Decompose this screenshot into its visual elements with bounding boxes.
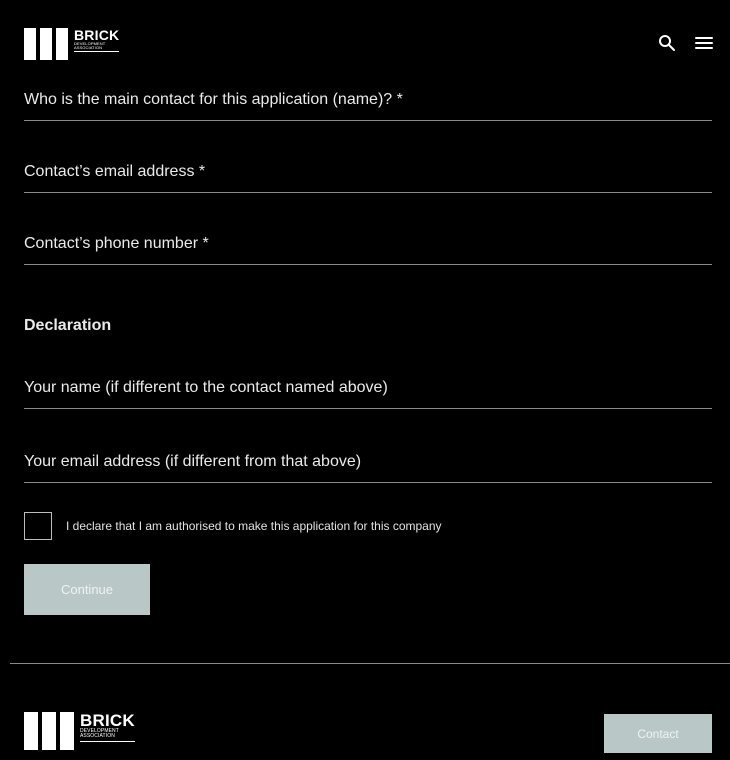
declaration-checkbox-row: I declare that I am authorised to make t… — [24, 512, 442, 540]
declaration-checkbox[interactable] — [24, 512, 52, 540]
declaration-title: Declaration — [24, 317, 112, 334]
logo-text: BRICK DEVELOPMENT ASSOCIATION — [72, 27, 120, 60]
logo-brand: BRICK — [80, 711, 135, 730]
main-contact-name-field[interactable]: Who is the main contact for this applica… — [24, 90, 712, 121]
logo-underline — [74, 51, 120, 53]
logo-bar — [40, 28, 52, 60]
logo-bar — [60, 712, 74, 750]
brick-logo[interactable]: BRICK DEVELOPMENT ASSOCIATION — [24, 27, 120, 60]
your-name-field[interactable]: Your name (if different to the contact n… — [24, 378, 712, 409]
contact-button[interactable]: Contact — [604, 714, 712, 753]
search-icon[interactable] — [658, 34, 676, 52]
field-label: Who is the main contact for this applica… — [24, 91, 403, 108]
site-header: BRICK DEVELOPMENT ASSOCIATION — [24, 24, 714, 64]
footer-brick-logo[interactable]: BRICK DEVELOPMENT ASSOCIATION — [24, 712, 135, 750]
logo-bar — [24, 712, 38, 750]
logo-bar — [56, 28, 68, 60]
logo-brand: BRICK — [74, 27, 120, 43]
header-icons — [658, 34, 714, 52]
menu-icon[interactable] — [694, 35, 714, 51]
contact-phone-field[interactable]: Contact’s phone number * — [24, 234, 712, 265]
logo-text: BRICK DEVELOPMENT ASSOCIATION — [78, 712, 135, 750]
continue-button[interactable]: Continue — [24, 564, 150, 615]
logo-bar — [42, 712, 56, 750]
field-label: Your email address (if different from th… — [24, 453, 362, 470]
logo-subtitle-2: ASSOCIATION — [74, 45, 103, 51]
field-label: Your name (if different to the contact n… — [24, 379, 388, 396]
logo-underline — [80, 740, 135, 742]
logo-subtitle-2: ASSOCIATION — [80, 733, 115, 740]
declaration-checkbox-label: I declare that I am authorised to make t… — [66, 519, 442, 533]
your-email-field[interactable]: Your email address (if different from th… — [24, 452, 712, 483]
logo-bar — [24, 28, 36, 60]
contact-email-field[interactable]: Contact’s email address * — [24, 162, 712, 193]
field-label: Contact’s email address * — [24, 163, 206, 180]
field-label: Contact’s phone number * — [24, 235, 209, 252]
footer-divider — [10, 663, 730, 664]
